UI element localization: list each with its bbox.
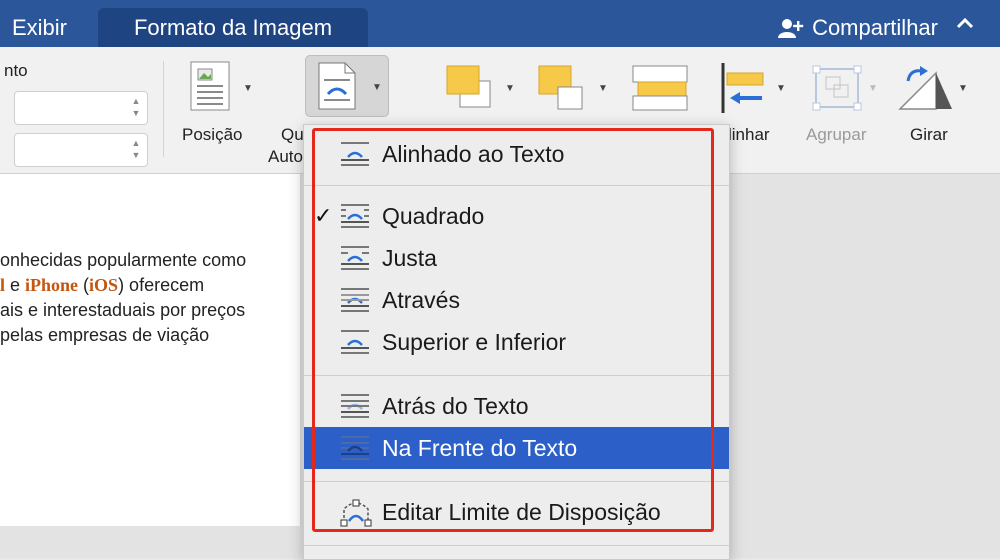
- doc-text-line: pelas empresas de viação: [0, 325, 210, 345]
- group-button[interactable]: [812, 65, 862, 116]
- chevron-down-icon[interactable]: ▼: [243, 83, 253, 94]
- doc-link-iphone[interactable]: iPhone: [25, 275, 78, 295]
- menu-item-in-front-of-text[interactable]: Na Frente do Texto: [304, 427, 729, 469]
- send-backward-icon: [538, 65, 583, 110]
- wrap-behind-text-icon: [341, 394, 369, 418]
- checkmark-icon: ✓: [314, 203, 333, 228]
- send-backward-button[interactable]: [538, 65, 586, 118]
- ribbon-divider: [163, 61, 164, 157]
- align-button[interactable]: [720, 63, 768, 118]
- align-label: linhar: [728, 125, 770, 144]
- menu-item-through[interactable]: Através: [304, 279, 729, 321]
- wrap-top-bottom-icon: [341, 330, 369, 354]
- chevron-down-icon[interactable]: ▼: [776, 83, 786, 94]
- group-label: Agrupar: [806, 125, 867, 144]
- wrap-square-icon: [341, 204, 369, 228]
- chevron-down-icon[interactable]: ▼: [868, 83, 878, 94]
- menu-item-label: Alinhado ao Texto: [382, 141, 565, 167]
- doc-text-line: onhecidas popularmente como: [0, 250, 247, 270]
- tab-exibir[interactable]: Exibir: [0, 8, 79, 47]
- menu-item-behind-text[interactable]: Atrás do Texto: [304, 385, 729, 427]
- menu-item-inline-with-text[interactable]: Alinhado ao Texto: [304, 133, 729, 175]
- doc-text-line: l e iPhone (iOS) oferecem: [0, 275, 204, 296]
- ribbon-tab-bar: Exibir Formato da Imagem Compartilhar: [0, 0, 1000, 47]
- doc-text-fragment: ) oferecem: [118, 275, 205, 295]
- chevron-up-icon[interactable]: [956, 16, 974, 35]
- width-stepper[interactable]: ▲ ▼: [14, 133, 148, 167]
- add-person-icon: [778, 18, 804, 38]
- position-label: Posição: [182, 125, 243, 144]
- wrap-text-button[interactable]: ▼: [305, 55, 389, 117]
- bring-forward-icon: [446, 65, 491, 108]
- share-button[interactable]: Compartilhar: [778, 8, 938, 47]
- menu-item-label: Justa: [382, 245, 437, 271]
- wrap-text-menu: Alinhado ao Texto ✓ Quadrado Justa Atrav…: [303, 124, 730, 560]
- menu-item-label: Na Frente do Texto: [382, 435, 578, 461]
- wrap-tight-icon: [341, 246, 369, 270]
- stepper-arrows-icon[interactable]: ▲ ▼: [130, 95, 142, 121]
- rotate-icon: [898, 66, 952, 110]
- selection-pane-button[interactable]: [632, 65, 688, 116]
- menu-item-square[interactable]: ✓ Quadrado: [304, 195, 729, 237]
- doc-text-line: ais e interestaduais por preços: [0, 300, 246, 320]
- position-button[interactable]: [190, 61, 230, 116]
- edit-wrap-points-icon: [340, 499, 372, 527]
- align-icon: [721, 63, 764, 113]
- chevron-down-icon[interactable]: ▼: [598, 83, 608, 94]
- tab-formato-da-imagem[interactable]: Formato da Imagem: [98, 8, 368, 47]
- doc-text-fragment: (: [78, 275, 90, 295]
- menu-item-label: Através: [382, 287, 460, 313]
- wrap-through-icon: [341, 288, 369, 312]
- wrap-inline-icon: [341, 142, 369, 166]
- chevron-down-icon[interactable]: ▼: [958, 83, 968, 94]
- doc-text-fragment: e: [5, 275, 26, 295]
- chevron-down-icon[interactable]: ▼: [372, 82, 382, 93]
- menu-separator: [304, 545, 729, 546]
- menu-item-tight[interactable]: Justa: [304, 237, 729, 279]
- menu-separator: [304, 375, 729, 376]
- rotate-label: Girar: [910, 125, 948, 144]
- size-group-label: nto: [4, 61, 28, 80]
- document-page[interactable]: onhecidas popularmente como l e iPhone (…: [0, 174, 301, 526]
- wrap-in-front-icon: [341, 436, 369, 460]
- wrap-text-icon: [318, 62, 356, 110]
- wrap-text-label-1: Qu: [281, 125, 304, 144]
- position-icon: [190, 61, 230, 111]
- share-label: Compartilhar: [812, 15, 938, 40]
- stepper-arrows-icon[interactable]: ▲ ▼: [130, 137, 142, 163]
- selection-pane-icon: [632, 65, 688, 111]
- group-icon: [812, 65, 862, 111]
- menu-item-label: Atrás do Texto: [382, 393, 529, 419]
- rotate-button[interactable]: [898, 65, 954, 116]
- menu-item-top-and-bottom[interactable]: Superior e Inferior: [304, 321, 729, 363]
- menu-separator: [304, 185, 729, 186]
- menu-item-label: Quadrado: [382, 203, 485, 229]
- height-stepper[interactable]: ▲ ▼: [14, 91, 148, 125]
- doc-link-ios[interactable]: iOS: [89, 275, 118, 295]
- menu-item-edit-wrap-boundary[interactable]: Editar Limite de Disposição: [304, 491, 729, 533]
- bring-forward-button[interactable]: [446, 65, 494, 114]
- menu-item-label: Superior e Inferior: [382, 329, 567, 355]
- menu-separator: [304, 481, 729, 482]
- chevron-down-icon[interactable]: ▼: [505, 83, 515, 94]
- menu-item-label: Editar Limite de Disposição: [382, 499, 661, 525]
- wrap-text-label-2: Auto: [268, 147, 303, 166]
